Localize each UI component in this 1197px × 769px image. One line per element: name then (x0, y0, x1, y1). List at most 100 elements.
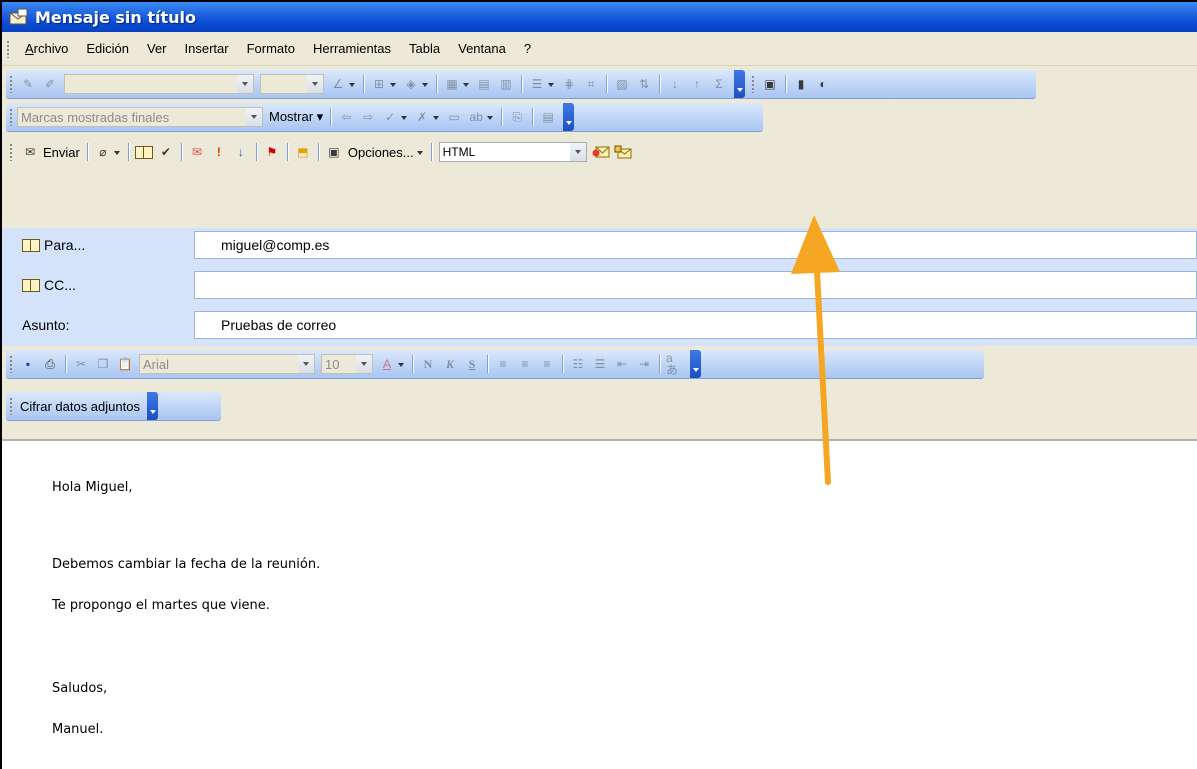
subject-field[interactable]: Pruebas de correo (194, 311, 1197, 339)
accept-change-dropdown[interactable] (401, 108, 408, 126)
increase-indent-icon[interactable]: ⇥ (635, 355, 653, 373)
columns-icon[interactable]: ▮ (792, 75, 810, 93)
follow-up-flag-icon[interactable]: ⚑ (263, 143, 281, 161)
markup-display-combo[interactable]: Marcas mostradas finales (17, 107, 263, 127)
shading-color-icon[interactable]: ◈ (402, 75, 420, 93)
menu-archivo[interactable]: Archivo (16, 41, 77, 56)
shading-dropdown[interactable] (422, 75, 429, 93)
insert-table-dropdown[interactable] (463, 75, 470, 93)
menu-herramientas[interactable]: Herramientas (304, 41, 400, 56)
merge-cells-icon[interactable]: ▤ (475, 75, 493, 93)
font-color-dropdown[interactable] (398, 355, 405, 373)
menu-formato[interactable]: Formato (238, 41, 304, 56)
bold-button[interactable]: N (419, 355, 437, 373)
text-direction-icon[interactable]: ⇅ (635, 75, 653, 93)
digital-sign-icon[interactable] (592, 143, 610, 161)
copy-icon[interactable]: ❐ (94, 355, 112, 373)
markup-display-dropdown[interactable] (246, 108, 262, 126)
line-weight-dropdown[interactable] (307, 75, 323, 93)
draw-table-icon[interactable]: ✎ (19, 75, 37, 93)
bullets-icon[interactable]: ☰ (591, 355, 609, 373)
toolbar-options-chevron[interactable] (146, 392, 158, 420)
check-names-icon[interactable]: ✔ (157, 143, 175, 161)
line-weight-combo[interactable] (260, 74, 324, 94)
toolbar-options-chevron[interactable] (563, 103, 575, 131)
toolbar-grip[interactable] (9, 355, 13, 373)
align-center-icon[interactable]: ≡ (516, 355, 534, 373)
insert-table-icon[interactable]: ▦ (443, 75, 461, 93)
reject-change-icon[interactable]: ✗ (413, 108, 431, 126)
accept-change-icon[interactable]: ✓ (381, 108, 399, 126)
encrypt-icon[interactable] (614, 143, 632, 161)
font-name-combo[interactable]: Arial (139, 354, 315, 374)
attach-file-icon[interactable]: ⌀ (94, 143, 112, 161)
eraser-icon[interactable]: ✐ (41, 75, 59, 93)
address-book-icon[interactable] (134, 143, 153, 161)
menu-grip[interactable] (6, 39, 10, 58)
distribute-columns-icon[interactable]: ⌗ (582, 75, 600, 93)
low-importance-icon[interactable]: ↓ (232, 143, 250, 161)
menu-help[interactable]: ? (515, 41, 540, 56)
line-style-combo[interactable] (64, 74, 254, 94)
decrease-indent-icon[interactable]: ⇤ (613, 355, 631, 373)
highlight-icon[interactable]: ab (467, 108, 485, 126)
options-dropdown[interactable] (416, 143, 424, 161)
font-size-dropdown[interactable] (356, 355, 372, 373)
encrypt-attachments-button[interactable]: Cifrar datos adjuntos (17, 399, 143, 414)
numbering-icon[interactable]: ☷ (569, 355, 587, 373)
toolbar-options-chevron[interactable] (734, 70, 745, 98)
signature-icon[interactable]: ✉ (188, 143, 206, 161)
toolbar-grip[interactable] (9, 108, 13, 126)
menu-insertar[interactable]: Insertar (176, 41, 238, 56)
borders-icon[interactable]: ⊞ (370, 75, 388, 93)
toolbar-grip[interactable] (751, 75, 755, 93)
menu-edicion[interactable]: Edición (77, 41, 138, 56)
message-format-dropdown[interactable] (569, 143, 586, 161)
align-right-icon[interactable]: ≡ (538, 355, 556, 373)
reject-change-dropdown[interactable] (433, 108, 440, 126)
italic-button[interactable]: K (441, 355, 459, 373)
align-left-icon[interactable]: ≡ (494, 355, 512, 373)
message-body[interactable]: Hola Miguel, Debemos cambiar la fecha de… (2, 439, 1197, 769)
border-color-icon[interactable]: ∠ (329, 75, 347, 93)
font-color-icon[interactable]: A (378, 355, 396, 373)
font-size-combo[interactable]: 10 (321, 354, 373, 374)
toolbar-options-chevron[interactable] (690, 350, 701, 378)
permission-icon[interactable]: ⬒ (294, 143, 312, 161)
sort-descending-icon[interactable]: ↑ (688, 75, 706, 93)
show-menu-button[interactable]: Mostrar ▾ (266, 109, 326, 125)
cc-button[interactable]: CC... (22, 277, 76, 293)
autoformat-icon[interactable]: ▨ (613, 75, 631, 93)
sort-ascending-icon[interactable]: ↓ (666, 75, 684, 93)
contrast-icon[interactable]: ◐ (814, 75, 832, 93)
to-field[interactable]: miguel@comp.es (194, 231, 1197, 259)
cc-field[interactable] (194, 271, 1197, 299)
attach-dropdown[interactable] (113, 143, 121, 161)
image-icon[interactable]: ▣ (761, 75, 779, 93)
title-bar[interactable]: Mensaje sin título (2, 2, 1197, 32)
insert-comment-icon[interactable]: ▭ (445, 108, 463, 126)
align-dropdown[interactable] (548, 75, 555, 93)
phonetic-guide-icon[interactable]: aあ (666, 352, 684, 376)
paste-icon[interactable]: 📋 (116, 355, 134, 373)
toolbar-grip[interactable] (9, 397, 13, 415)
send-button[interactable]: Enviar (43, 145, 83, 160)
track-changes-icon[interactable]: ⎘ (508, 108, 526, 126)
previous-change-icon[interactable]: ⇦ (337, 108, 355, 126)
to-button[interactable]: Para... (22, 237, 85, 253)
borders-dropdown[interactable] (390, 75, 397, 93)
menu-ventana[interactable]: Ventana (449, 41, 515, 56)
split-cells-icon[interactable]: ▥ (497, 75, 515, 93)
print-icon[interactable]: ⎙ (41, 355, 59, 373)
distribute-rows-icon[interactable]: ⋕ (560, 75, 578, 93)
toolbar-grip[interactable] (9, 75, 13, 93)
toolbar-grip[interactable] (9, 143, 13, 161)
align-icon[interactable]: ☰ (528, 75, 546, 93)
reviewing-pane-icon[interactable]: ▤ (539, 108, 557, 126)
autosum-icon[interactable]: Σ (710, 75, 728, 93)
border-color-dropdown[interactable] (349, 75, 356, 93)
underline-button[interactable]: S (463, 355, 481, 373)
cut-icon[interactable]: ✂ (72, 355, 90, 373)
menu-ver[interactable]: Ver (138, 41, 176, 56)
line-style-dropdown[interactable] (237, 75, 253, 93)
